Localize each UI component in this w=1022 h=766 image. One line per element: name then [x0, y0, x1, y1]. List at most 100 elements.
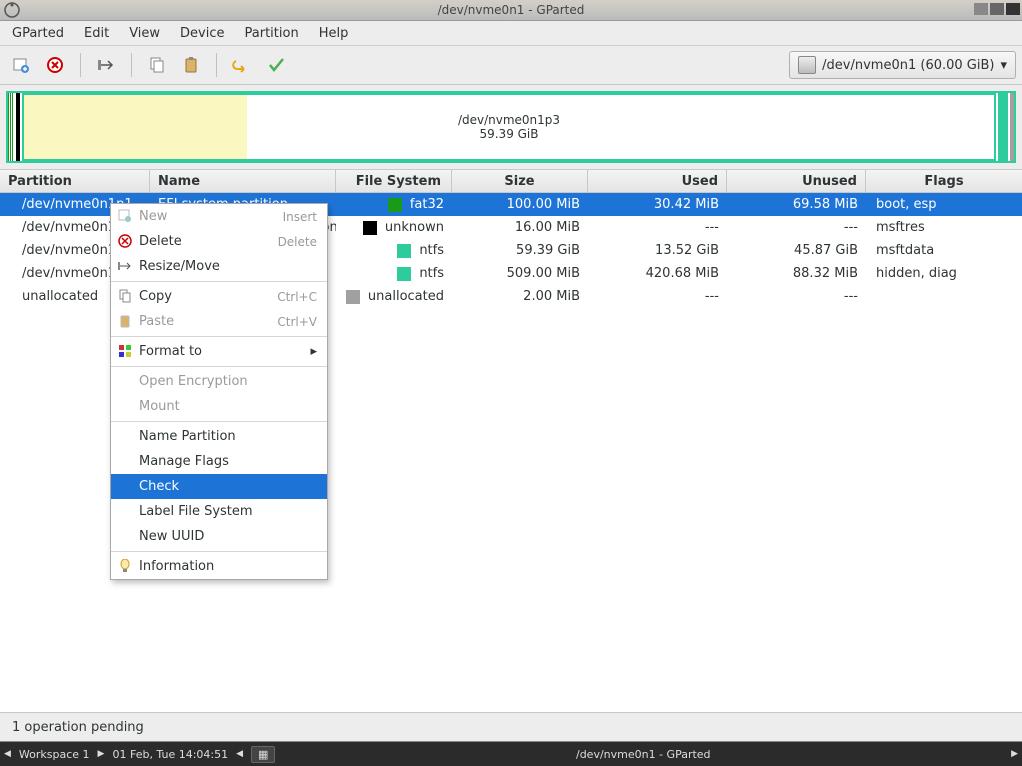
column-headers: Partition Name File System Size Used Unu…: [0, 169, 1022, 193]
tray-next-icon[interactable]: ▶: [1011, 749, 1018, 759]
menu-item-label: Manage Flags: [139, 454, 229, 469]
close-button[interactable]: [1006, 3, 1020, 15]
cell-used: 30.42 MiB: [588, 197, 727, 212]
menu-item-mount: Mount: [111, 394, 327, 419]
col-filesystem[interactable]: File System: [336, 170, 452, 192]
col-used[interactable]: Used: [588, 170, 727, 192]
menu-item-open-encryption: Open Encryption: [111, 369, 327, 394]
menu-separator: [111, 336, 327, 337]
paste-icon: [117, 313, 133, 329]
menu-view[interactable]: View: [119, 23, 170, 44]
device-selector[interactable]: /dev/nvme0n1 (60.00 GiB) ▾: [789, 51, 1016, 79]
cell-filesystem: unknown: [336, 220, 452, 235]
cell-size: 509.00 MiB: [452, 266, 588, 281]
graph-used-region: [24, 95, 247, 159]
menu-item-accel: Delete: [278, 235, 317, 249]
menu-help[interactable]: Help: [309, 23, 359, 44]
taskbar: ◀ Workspace 1 ▶ 01 Feb, Tue 14:04:51 ◀ ▦…: [0, 742, 1022, 766]
col-unused[interactable]: Unused: [727, 170, 866, 192]
menu-item-copy[interactable]: Copy Ctrl+C: [111, 284, 327, 309]
cell-flags: msftres: [866, 220, 1022, 235]
menu-item-label-file-system[interactable]: Label File System: [111, 499, 327, 524]
graph-seg-p3[interactable]: /dev/nvme0n1p3 59.39 GiB: [22, 93, 996, 161]
menubar: GParted Edit View Device Partition Help: [0, 21, 1022, 46]
cell-unused: 45.87 GiB: [727, 243, 866, 258]
cell-size: 100.00 MiB: [452, 197, 588, 212]
submenu-arrow-icon: ▸: [310, 344, 317, 359]
cell-size: 2.00 MiB: [452, 289, 588, 304]
device-selector-label: /dev/nvme0n1 (60.00 GiB): [822, 58, 994, 73]
menu-item-label: New UUID: [139, 529, 204, 544]
menu-item-label: Copy: [139, 289, 172, 304]
graph-seg-p2[interactable]: [16, 93, 20, 161]
toolbar: /dev/nvme0n1 (60.00 GiB) ▾: [0, 46, 1022, 85]
workspace-prev-icon[interactable]: ◀: [4, 749, 11, 759]
partition-context-menu: NewInsertDeleteDeleteResize/MoveCopyCtrl…: [110, 203, 328, 580]
menu-partition[interactable]: Partition: [235, 23, 309, 44]
menu-item-accel: Ctrl+C: [277, 290, 317, 304]
graph-seg-p4[interactable]: [998, 93, 1008, 161]
window-title: /dev/nvme0n1 - GParted: [438, 3, 585, 17]
delete-icon: [117, 233, 133, 249]
menu-item-accel: Insert: [283, 210, 317, 224]
menu-item-label: Name Partition: [139, 429, 236, 444]
new-icon: [117, 208, 133, 224]
menu-item-label: Check: [139, 479, 179, 494]
clock-prev-icon[interactable]: ◀: [236, 749, 243, 759]
menu-item-label: Paste: [139, 314, 174, 329]
col-partition[interactable]: Partition: [0, 170, 150, 192]
menu-item-information[interactable]: Information: [111, 554, 327, 579]
col-flags[interactable]: Flags: [866, 170, 1022, 192]
menu-item-paste: Paste Ctrl+V: [111, 309, 327, 334]
paste-button[interactable]: [176, 50, 206, 80]
menu-item-label: Open Encryption: [139, 374, 248, 389]
status-text: 1 operation pending: [12, 720, 144, 735]
undo-button[interactable]: [227, 50, 257, 80]
apply-button[interactable]: [261, 50, 291, 80]
copy-icon: [117, 288, 133, 304]
menu-item-label: Format to: [139, 344, 202, 359]
menu-item-name-partition[interactable]: Name Partition: [111, 424, 327, 449]
resize-move-button[interactable]: [91, 50, 121, 80]
fs-color-swatch: [388, 198, 402, 212]
graph-seg-p1[interactable]: [8, 93, 14, 161]
cell-unused: 88.32 MiB: [727, 266, 866, 281]
cell-unused: ---: [727, 220, 866, 235]
taskbar-app-title[interactable]: /dev/nvme0n1 - GParted: [283, 748, 1003, 761]
minimize-button[interactable]: [974, 3, 988, 15]
maximize-button[interactable]: [990, 3, 1004, 15]
cell-unused: 69.58 MiB: [727, 197, 866, 212]
graph-seg-unalloc[interactable]: [1010, 93, 1014, 161]
copy-button[interactable]: [142, 50, 172, 80]
col-name[interactable]: Name: [150, 170, 336, 192]
menu-item-manage-flags[interactable]: Manage Flags: [111, 449, 327, 474]
taskbar-app-button[interactable]: ▦: [251, 746, 275, 763]
status-bar: 1 operation pending: [0, 712, 1022, 741]
cell-used: ---: [588, 289, 727, 304]
delete-partition-button[interactable]: [40, 50, 70, 80]
menu-item-accel: Ctrl+V: [277, 315, 317, 329]
menu-item-label: Label File System: [139, 504, 253, 519]
menu-gparted[interactable]: GParted: [2, 23, 74, 44]
disk-icon: [798, 56, 816, 74]
menu-item-label: Mount: [139, 399, 180, 414]
menu-separator: [111, 551, 327, 552]
menu-device[interactable]: Device: [170, 23, 234, 44]
menu-separator: [111, 281, 327, 282]
cell-used: 420.68 MiB: [588, 266, 727, 281]
workspace-next-icon[interactable]: ▶: [98, 749, 105, 759]
new-partition-button[interactable]: [6, 50, 36, 80]
menu-item-check[interactable]: Check: [111, 474, 327, 499]
workspace-label[interactable]: Workspace 1: [19, 748, 90, 761]
menu-item-label: Information: [139, 559, 214, 574]
menu-edit[interactable]: Edit: [74, 23, 119, 44]
menu-item-delete[interactable]: DeleteDelete: [111, 229, 327, 254]
col-size[interactable]: Size: [452, 170, 588, 192]
cell-used: ---: [588, 220, 727, 235]
cell-flags: boot, esp: [866, 197, 1022, 212]
menu-item-format-to[interactable]: Format to ▸: [111, 339, 327, 364]
cell-filesystem: ntfs: [336, 243, 452, 258]
menu-item-resize-move[interactable]: Resize/Move: [111, 254, 327, 279]
menu-item-new-uuid[interactable]: New UUID: [111, 524, 327, 549]
partition-graph[interactable]: /dev/nvme0n1p3 59.39 GiB: [6, 91, 1016, 163]
